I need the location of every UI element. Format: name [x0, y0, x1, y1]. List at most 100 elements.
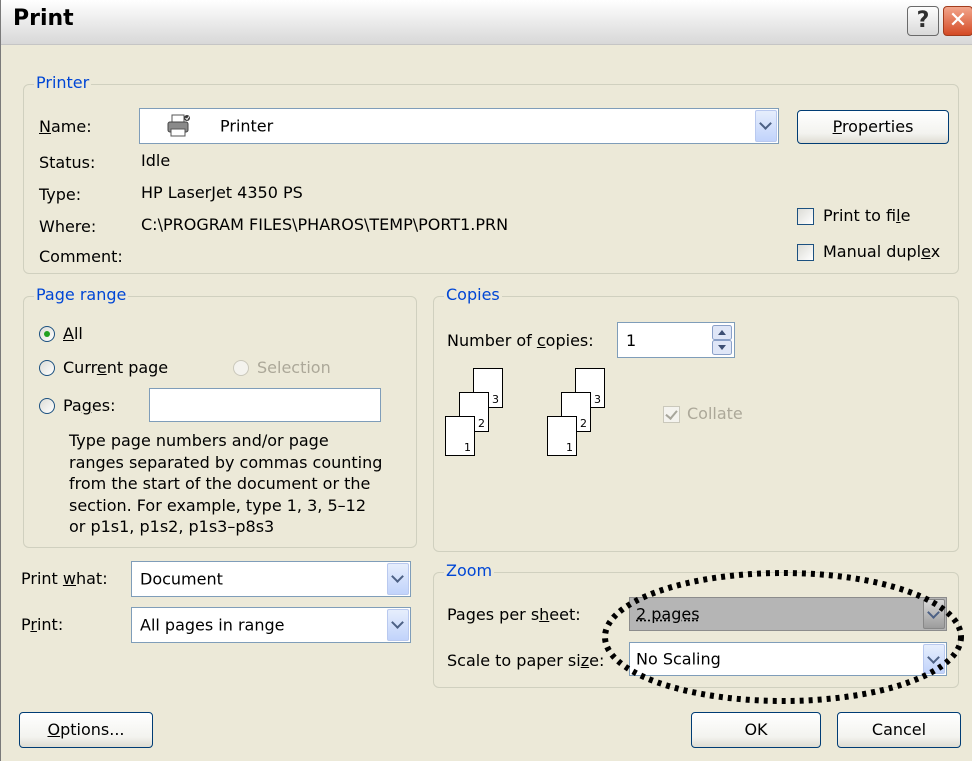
help-icon: ? — [917, 8, 930, 33]
all-label[interactable]: All — [63, 324, 83, 343]
zoom-legend: Zoom — [444, 561, 494, 580]
manual-duplex-checkbox[interactable] — [797, 244, 814, 261]
options-button[interactable]: Options... — [19, 712, 153, 748]
copies-spinner[interactable]: 1 — [617, 322, 735, 358]
dropdown-arrow-icon[interactable] — [387, 563, 409, 595]
print-dialog: Print ? ✕ Printer Name: Printer Properti… — [0, 0, 972, 761]
print-pre: P — [21, 615, 30, 634]
collate-pages-icon: 3 2 1 — [545, 368, 665, 464]
copies-value: 1 — [626, 331, 636, 350]
all-radio[interactable] — [39, 326, 55, 342]
title-bar[interactable]: Print ? ✕ — [1, 0, 972, 45]
page-number: 2 — [478, 418, 485, 430]
manual-duplex-accel: e — [921, 242, 931, 261]
current-page-label[interactable]: Current page — [63, 358, 168, 377]
print-what-label: Print what: — [21, 569, 108, 588]
properties-post: roperties — [842, 117, 914, 136]
page-range-help-text: Type page numbers and/or page ranges sep… — [69, 430, 409, 538]
scale-accel: z — [581, 651, 589, 670]
print-what-post: hat: — [76, 569, 108, 588]
printer-name-value: Printer — [220, 117, 273, 136]
print-to-file-checkbox[interactable] — [797, 208, 814, 225]
manual-duplex-pre: Manual dupl — [823, 242, 921, 261]
current-accel: e — [97, 358, 107, 377]
options-accel: O — [48, 720, 61, 739]
page-number: 1 — [566, 442, 573, 454]
scale-pre: Scale to paper si — [447, 651, 581, 670]
name-label-accel: N — [39, 117, 51, 136]
print-range-select[interactable]: All pages in range — [131, 607, 411, 643]
print-label: Print: — [21, 615, 63, 634]
selection-label: Selection — [257, 358, 331, 377]
print-accel: r — [30, 615, 37, 634]
scale-to-paper-size-label: Scale to paper size: — [447, 651, 604, 670]
dropdown-arrow-icon[interactable] — [755, 110, 777, 142]
help-line: Type page numbers and/or page — [69, 430, 409, 452]
status-label: Status: — [39, 153, 95, 172]
spinner-icon[interactable] — [712, 325, 732, 355]
pages-radio[interactable] — [39, 398, 55, 414]
dropdown-arrow-icon[interactable] — [387, 609, 409, 641]
pps-post: eet: — [549, 605, 580, 624]
current-page-radio[interactable] — [39, 360, 55, 376]
print-post: int: — [37, 615, 63, 634]
properties-accel: P — [833, 117, 842, 136]
annotation-ellipse — [597, 566, 972, 708]
pps-accel: h — [539, 605, 549, 624]
help-button[interactable]: ? — [907, 6, 939, 36]
printer-icon — [166, 114, 192, 138]
ok-button[interactable]: OK — [691, 712, 821, 748]
pages-per-sheet-label: Pages per sheet: — [447, 605, 581, 624]
comment-label: Comment: — [39, 247, 123, 266]
where-value: C:\PROGRAM FILES\PHAROS\TEMP\PORT1.PRN — [141, 215, 508, 234]
pages-input[interactable] — [149, 388, 381, 422]
current-post: nt page — [107, 358, 168, 377]
help-line: ranges separated by commas counting — [69, 452, 409, 474]
print-what-select[interactable]: Document — [131, 561, 411, 597]
page-1-icon: 1 — [445, 416, 475, 456]
where-label: Where: — [39, 217, 96, 236]
pages-label[interactable]: Pages: — [63, 396, 115, 415]
copies-post: opies: — [546, 331, 594, 350]
page-1-icon: 1 — [547, 416, 577, 456]
page-range-legend: Page range — [34, 285, 128, 304]
manual-duplex-post: x — [931, 242, 940, 261]
properties-button[interactable]: Properties — [797, 110, 949, 144]
copies-pre: Number of — [447, 331, 537, 350]
all-accel: A — [63, 324, 74, 343]
print-to-file-post: e — [901, 206, 911, 225]
printer-legend: Printer — [34, 73, 91, 92]
options-post: ptions... — [60, 720, 124, 739]
print-to-file-pre: Print to fi — [823, 206, 896, 225]
copies-accel: c — [537, 331, 546, 350]
number-of-copies-label: Number of copies: — [447, 331, 594, 350]
pages-pre: Pa — [63, 396, 82, 415]
copies-legend: Copies — [444, 285, 502, 304]
selection-radio — [233, 360, 249, 376]
collate-checkbox — [663, 406, 680, 423]
page-number: 1 — [464, 442, 471, 454]
manual-duplex-label[interactable]: Manual duplex — [823, 242, 940, 261]
cancel-button[interactable]: Cancel — [837, 712, 961, 748]
print-to-file-label[interactable]: Print to file — [823, 206, 910, 225]
name-label-post: ame: — [51, 117, 92, 136]
pps-pre: Pages per s — [447, 605, 539, 624]
print-what-pre: Print — [21, 569, 63, 588]
collate-label: Collate — [687, 404, 743, 423]
type-label: Type: — [39, 185, 81, 204]
page-number: 3 — [492, 394, 499, 406]
help-line: or p1s1, p1s2, p1s3–p8s3 — [69, 516, 409, 538]
help-line: from the start of the document or the — [69, 473, 409, 495]
status-value: Idle — [141, 151, 170, 170]
close-button[interactable]: ✕ — [943, 6, 972, 36]
current-pre: Curr — [63, 358, 97, 377]
close-icon: ✕ — [949, 8, 967, 33]
print-range-value: All pages in range — [140, 616, 285, 635]
page-number: 2 — [580, 418, 587, 430]
name-label: Name: — [39, 117, 92, 136]
pages-accel: g — [82, 396, 92, 415]
dialog-title: Print — [13, 6, 74, 31]
print-what-value: Document — [140, 570, 223, 589]
printer-name-select[interactable]: Printer — [139, 108, 779, 144]
type-value: HP LaserJet 4350 PS — [141, 183, 303, 202]
